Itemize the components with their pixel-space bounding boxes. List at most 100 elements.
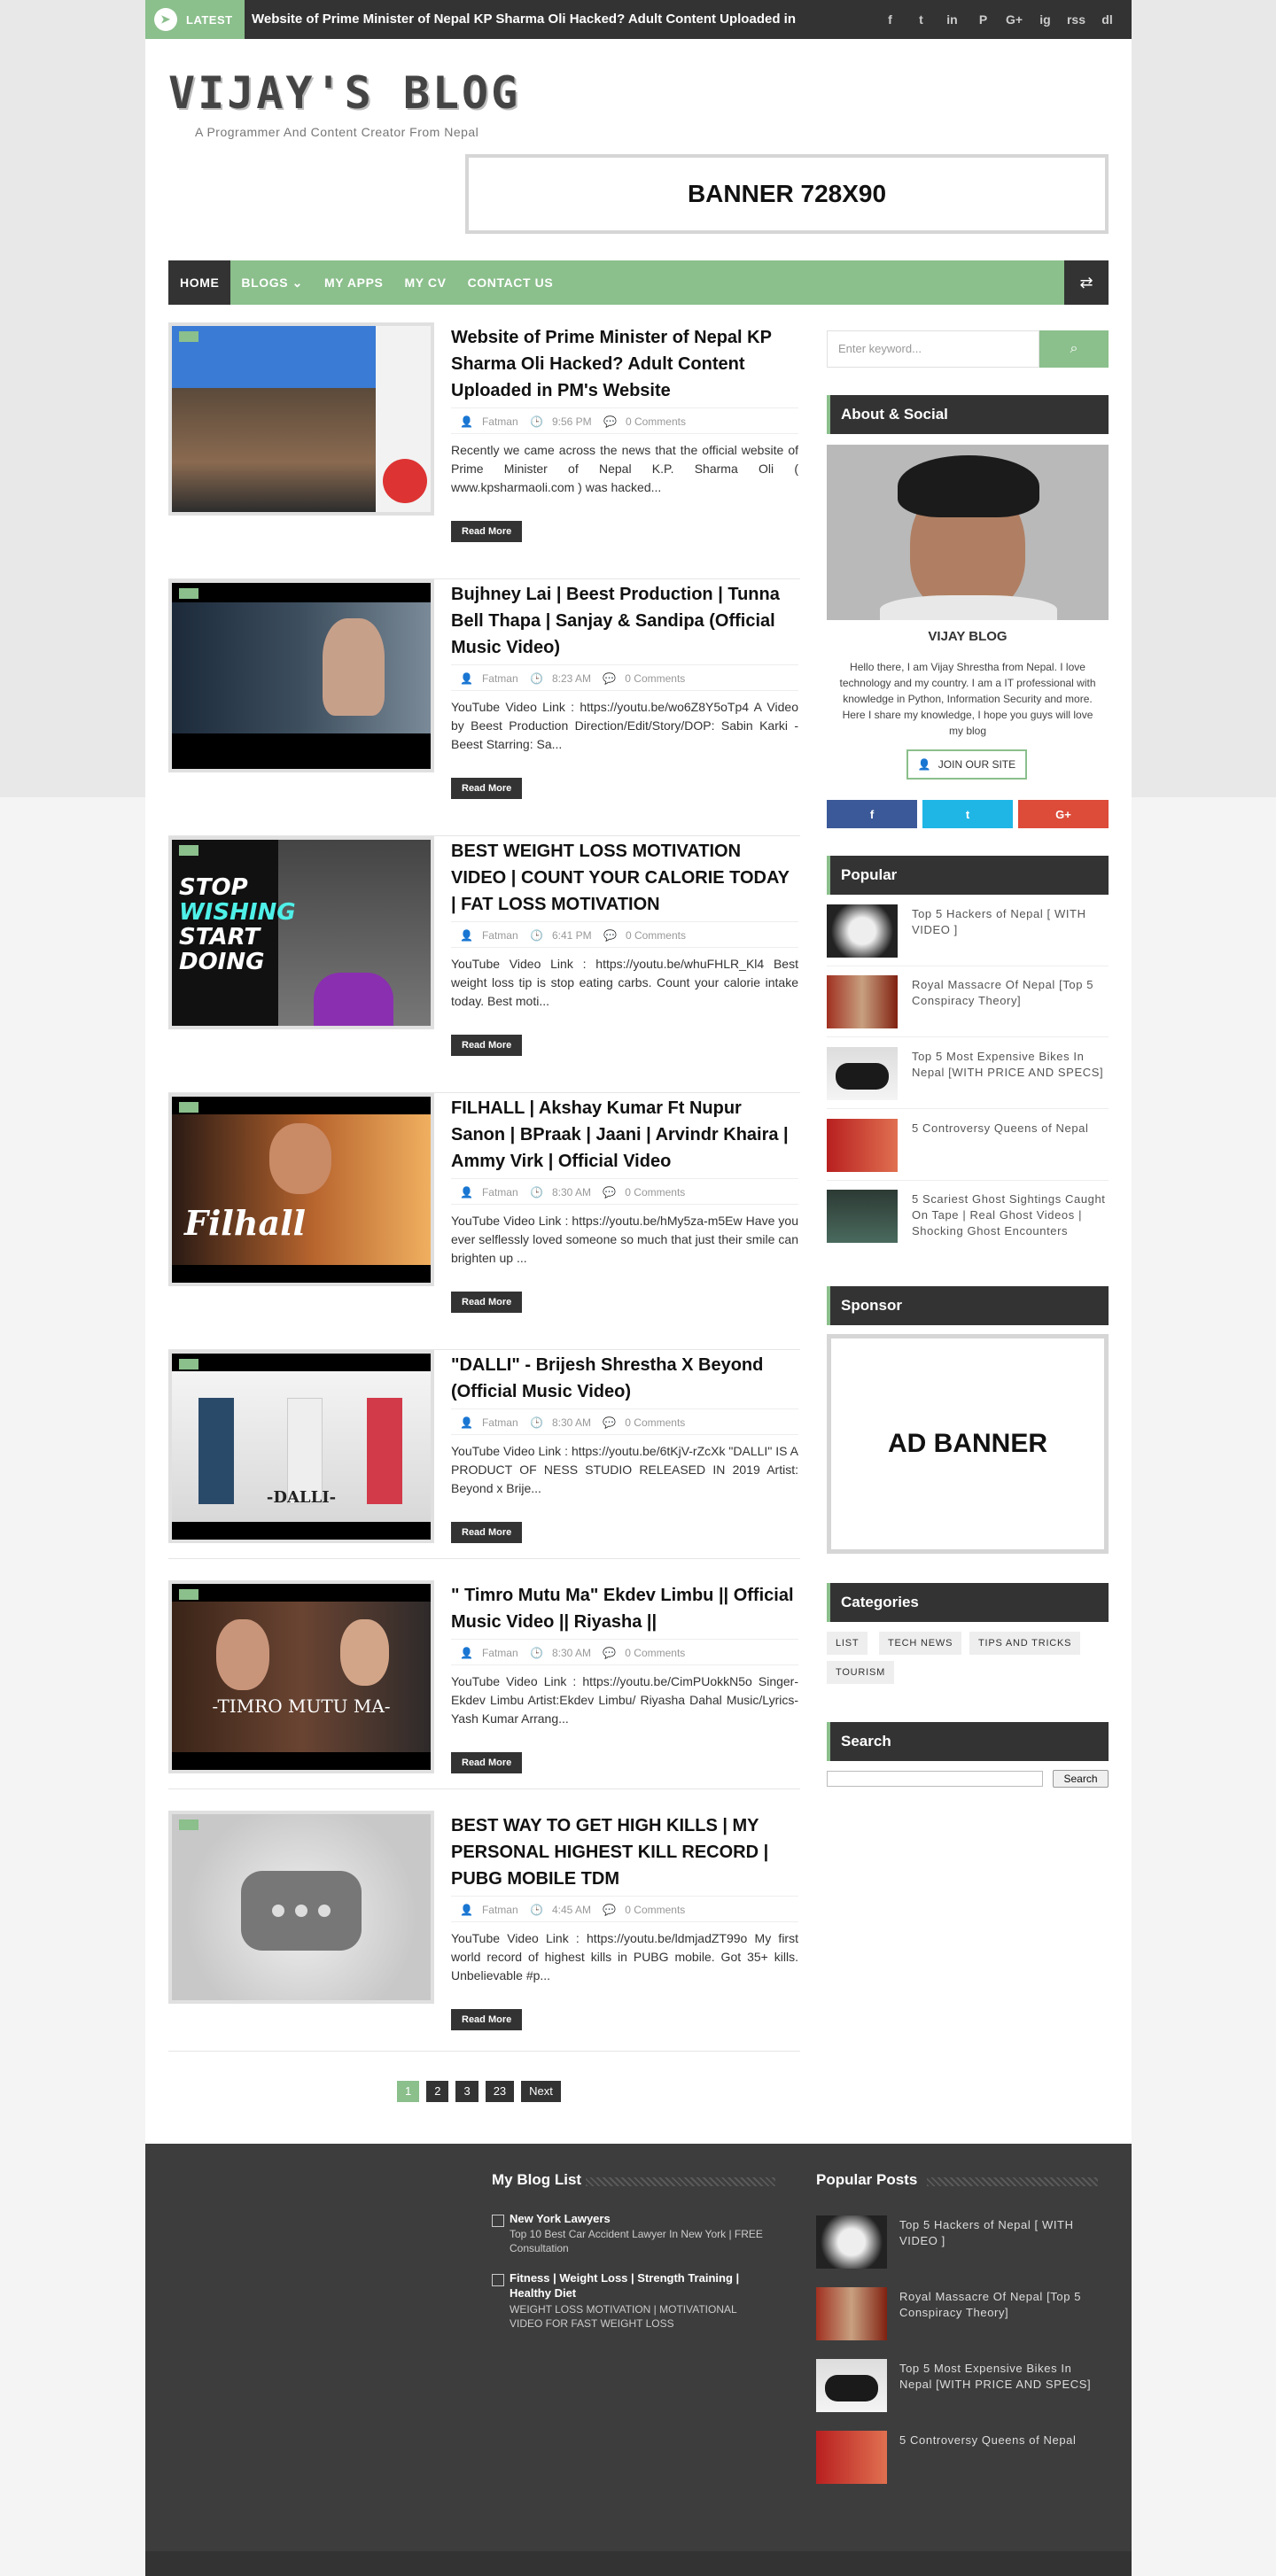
read-more-button[interactable]: Read More [451, 1035, 523, 1056]
pinterest-icon[interactable]: P [968, 12, 999, 27]
read-more-button[interactable]: Read More [451, 1522, 523, 1543]
header-banner-ad[interactable]: BANNER 728X90 [465, 154, 1109, 234]
nav-item-home[interactable]: HOME [168, 260, 231, 305]
search-input[interactable] [827, 1771, 1043, 1787]
read-more-button[interactable]: Read More [451, 778, 523, 799]
post-comments[interactable]: 0 Comments [625, 1647, 685, 1659]
page-2[interactable]: 2 [426, 2081, 449, 2102]
instagram-icon[interactable]: ig [1030, 12, 1061, 27]
popular-post-title[interactable]: Royal Massacre Of Nepal [Top 5 Conspirac… [912, 977, 1107, 1009]
popular-post-title[interactable]: Top 5 Most Expensive Bikes In Nepal [WIT… [912, 1049, 1107, 1081]
post-thumbnail[interactable]: -DALLI- [168, 1350, 434, 1543]
blog-list-item[interactable]: New York Lawyers Top 10 Best Car Acciden… [492, 2211, 775, 2259]
google-plus-icon[interactable]: G+ [999, 12, 1030, 27]
sidebar-ad-banner[interactable]: AD BANNER [827, 1334, 1109, 1554]
comment-icon: 💬 [603, 672, 617, 685]
popular-post-item[interactable]: Top 5 Hackers of Nepal [ WITH VIDEO ] [827, 904, 1109, 966]
share-google-plus-button[interactable]: G+ [1018, 800, 1109, 828]
post-comments[interactable]: 0 Comments [626, 415, 686, 428]
post-author[interactable]: Fatman [482, 929, 518, 942]
post-author[interactable]: Fatman [482, 1904, 518, 1916]
page-1[interactable]: 1 [397, 2081, 420, 2102]
post-thumbnail[interactable]: STOP WISHING START DOING [168, 836, 434, 1029]
read-more-button[interactable]: Read More [451, 521, 523, 542]
post-title[interactable]: Bujhney Lai | Beest Production | Tunna B… [451, 581, 798, 661]
footer-popular-post-title[interactable]: 5 Controversy Queens of Nepal [899, 2432, 1100, 2448]
post-comments[interactable]: 0 Comments [625, 1904, 685, 1916]
footer-popular-post-title[interactable]: Top 5 Most Expensive Bikes In Nepal [WIT… [899, 2361, 1100, 2393]
blog-list-item-title[interactable]: New York Lawyers [510, 2211, 766, 2226]
site-logo[interactable]: VIJAY'S BLOG [168, 67, 520, 119]
join-site-button[interactable]: 👤 JOIN OUR SITE [906, 749, 1027, 780]
post-title[interactable]: FILHALL | Akshay Kumar Ft Nupur Sanon | … [451, 1095, 798, 1175]
footer-popular-item[interactable]: Top 5 Most Expensive Bikes In Nepal [WIT… [816, 2359, 1098, 2421]
popular-post-item[interactable]: 5 Scariest Ghost Sightings Caught On Tap… [827, 1190, 1109, 1266]
post-comments[interactable]: 0 Comments [626, 929, 686, 942]
post-author[interactable]: Fatman [482, 1647, 518, 1659]
blog-list-item[interactable]: Fitness | Weight Loss | Strength Trainin… [492, 2270, 775, 2332]
category-link-tech-news[interactable]: TECH NEWS [879, 1632, 962, 1655]
post-comments[interactable]: 0 Comments [625, 1186, 685, 1199]
blog-list-item-title[interactable]: Fitness | Weight Loss | Strength Trainin… [510, 2270, 766, 2301]
category-link-tourism[interactable]: TOURISM [827, 1661, 895, 1684]
post-title[interactable]: " Timro Mutu Ma" Ekdev Limbu || Official… [451, 1582, 798, 1635]
popular-post-title[interactable]: 5 Controversy Queens of Nepal [912, 1121, 1107, 1137]
share-twitter-button[interactable]: t [922, 800, 1013, 828]
post-author[interactable]: Fatman [482, 1186, 518, 1199]
delicious-icon[interactable]: dl [1092, 12, 1123, 27]
footer-popular-item[interactable]: 5 Controversy Queens of Nepal [816, 2431, 1098, 2493]
comment-icon: 💬 [603, 1904, 617, 1916]
linkedin-icon[interactable]: in [937, 12, 968, 27]
keyword-search-input[interactable]: Enter keyword... [827, 330, 1039, 368]
popular-post-title[interactable]: 5 Scariest Ghost Sightings Caught On Tap… [912, 1191, 1107, 1239]
read-more-button[interactable]: Read More [451, 1292, 523, 1313]
post-author[interactable]: Fatman [482, 672, 518, 685]
post-thumbnail[interactable]: Filhall [168, 1093, 434, 1286]
blog-list-item-sub[interactable]: Top 10 Best Car Accident Lawyer In New Y… [510, 2227, 766, 2255]
popular-post-item[interactable]: Top 5 Most Expensive Bikes In Nepal [WIT… [827, 1047, 1109, 1109]
blog-list-item-sub[interactable]: WEIGHT LOSS MOTIVATION | MOTIVATIONAL VI… [510, 2302, 766, 2331]
footer-popular-item[interactable]: Royal Massacre Of Nepal [Top 5 Conspirac… [816, 2287, 1098, 2349]
search-icon[interactable]: ⌕ [1039, 330, 1109, 368]
rss-icon[interactable]: rss [1061, 12, 1092, 27]
category-link-tips-and-tricks[interactable]: TIPS AND TRICKS [969, 1632, 1081, 1655]
post-title[interactable]: BEST WAY TO GET HIGH KILLS | MY PERSONAL… [451, 1812, 798, 1892]
footer-popular-item[interactable]: Top 5 Hackers of Nepal [ WITH VIDEO ] [816, 2215, 1098, 2277]
read-more-button[interactable]: Read More [451, 1752, 523, 1773]
footer-popular-post-title[interactable]: Royal Massacre Of Nepal [Top 5 Conspirac… [899, 2289, 1100, 2321]
post-thumbnail[interactable]: -TIMRO MUTU MA- [168, 1580, 434, 1773]
post-author[interactable]: Fatman [482, 1416, 518, 1429]
category-link-list[interactable]: LIST [827, 1632, 868, 1655]
popular-post-item[interactable]: Royal Massacre Of Nepal [Top 5 Conspirac… [827, 975, 1109, 1037]
popular-post-item[interactable]: 5 Controversy Queens of Nepal [827, 1119, 1109, 1181]
nav-item-my-cv[interactable]: MY CV [393, 260, 456, 305]
share-facebook-button[interactable]: f [827, 800, 917, 828]
post-title[interactable]: Website of Prime Minister of Nepal KP Sh… [451, 324, 798, 404]
page-last[interactable]: 23 [485, 2081, 515, 2102]
post-comments[interactable]: 0 Comments [625, 1416, 685, 1429]
post-title[interactable]: "DALLI" - Brijesh Shrestha X Beyond (Off… [451, 1352, 798, 1405]
page-3[interactable]: 3 [455, 2081, 478, 2102]
news-ticker-link[interactable]: Website of Prime Minister of Nepal KP Sh… [252, 0, 796, 39]
post-author[interactable]: Fatman [482, 415, 518, 428]
nav-item-contact-us[interactable]: CONTACT US [457, 260, 564, 305]
about-widget-title: About & Social [827, 395, 1109, 434]
post-meta: 👤 Fatman 🕒 4:45 AM 💬 0 Comments [451, 1896, 798, 1922]
nav-item-my-apps[interactable]: MY APPS [314, 260, 393, 305]
twitter-icon[interactable]: t [906, 12, 937, 27]
post-thumbnail[interactable] [168, 579, 434, 772]
random-post-shuffle-icon[interactable]: ⇄ [1064, 260, 1109, 305]
nav-item-blogs[interactable]: BLOGS ⌄ [230, 260, 314, 305]
page-next[interactable]: Next [521, 2081, 561, 2102]
post-excerpt: YouTube Video Link : https://youtu.be/Ci… [451, 1674, 798, 1726]
post-thumbnail[interactable] [168, 1811, 434, 2004]
post-thumbnail[interactable] [168, 322, 434, 516]
post-comments[interactable]: 0 Comments [625, 672, 685, 685]
footer-popular-post-title[interactable]: Top 5 Hackers of Nepal [ WITH VIDEO ] [899, 2217, 1100, 2249]
post-title[interactable]: BEST WEIGHT LOSS MOTIVATION VIDEO | COUN… [451, 838, 798, 918]
popular-post-title[interactable]: Top 5 Hackers of Nepal [ WITH VIDEO ] [912, 906, 1107, 938]
read-more-button[interactable]: Read More [451, 2009, 523, 2030]
telegram-icon: ➤ [154, 8, 177, 31]
facebook-icon[interactable]: f [875, 12, 906, 27]
search-button[interactable]: Search [1053, 1770, 1109, 1788]
